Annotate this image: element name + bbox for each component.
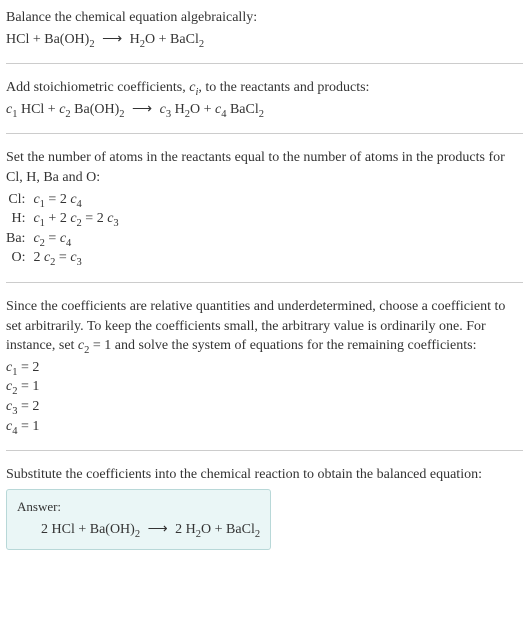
element-label: Cl: <box>6 190 33 210</box>
atom-balance-table: Cl: c1 = 2 c4 H: c1 + 2 c2 = 2 c3 Ba: c2… <box>6 190 119 268</box>
table-row: Ba: c2 = c4 <box>6 229 119 249</box>
section-answer: Substitute the coefficients into the che… <box>6 465 523 564</box>
answer-label: Answer: <box>17 498 260 516</box>
table-row: Cl: c1 = 2 c4 <box>6 190 119 210</box>
answer-box: Answer: 2 HCl + Ba(OH)2 ⟶ 2 H2O + BaCl2 <box>6 489 271 551</box>
section-balance-intro: Balance the chemical equation algebraica… <box>6 8 523 64</box>
intro-text: Add stoichiometric coefficients, ci, to … <box>6 78 523 98</box>
table-row: O: 2 c2 = c3 <box>6 248 119 268</box>
section-atom-balance: Set the number of atoms in the reactants… <box>6 148 523 283</box>
coefficient-value: c4 = 1 <box>6 417 523 437</box>
intro-text: Since the coefficients are relative quan… <box>6 297 523 356</box>
element-label: H: <box>6 209 33 229</box>
intro-text: Substitute the coefficients into the che… <box>6 465 523 485</box>
balanced-equation: 2 HCl + Ba(OH)2 ⟶ 2 H2O + BaCl2 <box>17 520 260 540</box>
equation-with-coeffs: c1 HCl + c2 Ba(OH)2 ⟶ c3 H2O + c4 BaCl2 <box>6 100 523 120</box>
intro-text: Balance the chemical equation algebraica… <box>6 8 523 28</box>
coefficient-value: c2 = 1 <box>6 377 523 397</box>
coefficient-value: c3 = 2 <box>6 397 523 417</box>
element-label: Ba: <box>6 229 33 249</box>
balance-equation: c1 + 2 c2 = 2 c3 <box>33 209 118 229</box>
section-solve: Since the coefficients are relative quan… <box>6 297 523 451</box>
balance-equation: c2 = c4 <box>33 229 118 249</box>
balance-equation: c1 = 2 c4 <box>33 190 118 210</box>
coefficient-value: c1 = 2 <box>6 358 523 378</box>
section-add-coeffs: Add stoichiometric coefficients, ci, to … <box>6 78 523 134</box>
element-label: O: <box>6 248 33 268</box>
table-row: H: c1 + 2 c2 = 2 c3 <box>6 209 119 229</box>
intro-text: Set the number of atoms in the reactants… <box>6 148 523 187</box>
balance-equation: 2 c2 = c3 <box>33 248 118 268</box>
equation-unbalanced: HCl + Ba(OH)2 ⟶ H2O + BaCl2 <box>6 30 523 50</box>
